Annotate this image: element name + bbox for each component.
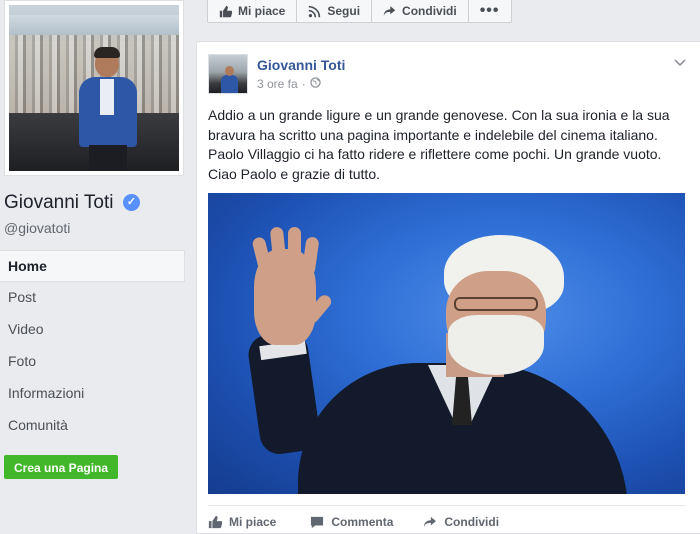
post-text: Addio a un grande ligure e un grande gen… <box>208 107 670 182</box>
post-meta: 3 ore fa · <box>257 77 321 91</box>
nav-item-informazioni[interactable]: Informazioni <box>0 378 185 410</box>
profile-photo[interactable] <box>4 0 184 176</box>
comment-post-button[interactable]: Commenta <box>310 512 393 532</box>
post-photo[interactable] <box>208 193 685 494</box>
like-post-label: Mi piace <box>229 515 277 529</box>
comment-post-label: Commenta <box>331 515 394 529</box>
share-page-button[interactable]: Condividi <box>372 0 469 22</box>
meta-separator: · <box>301 77 306 91</box>
profile-person <box>77 47 139 171</box>
thumbs-up-icon <box>208 515 222 529</box>
share-post-button[interactable]: Condividi <box>423 512 499 532</box>
follow-page-label: Segui <box>327 4 361 18</box>
nav-item-video[interactable]: Video <box>0 314 185 346</box>
page-action-bar: Mi piace Segui Condividi ••• <box>207 0 512 23</box>
post-options-chevron-icon[interactable] <box>674 54 686 72</box>
verified-badge-icon: ✓ <box>123 194 140 211</box>
share-post-label: Condividi <box>444 515 500 529</box>
rss-icon <box>308 5 321 18</box>
create-page-button[interactable]: Crea una Pagina <box>4 455 119 479</box>
post-author-avatar[interactable] <box>208 54 248 94</box>
more-dots-icon: ••• <box>479 2 500 19</box>
globe-icon <box>309 77 321 91</box>
share-page-label: Condividi <box>402 4 457 18</box>
thumbs-up-icon <box>219 5 232 18</box>
like-post-button[interactable]: Mi piace <box>208 512 276 532</box>
follow-page-button[interactable]: Segui <box>297 0 373 22</box>
page-nav: Home Post Video Foto Informazioni Comuni… <box>0 250 185 442</box>
page-handle[interactable]: @giovatoti <box>4 220 70 236</box>
nav-item-comunita[interactable]: Comunità <box>0 410 185 442</box>
nav-item-foto[interactable]: Foto <box>0 346 185 378</box>
post-timestamp[interactable]: 3 ore fa <box>257 77 298 91</box>
post-action-bar: Mi piace Commenta Condividi <box>208 512 529 532</box>
profile-photo-image <box>9 5 179 171</box>
nav-item-post[interactable]: Post <box>0 282 185 314</box>
comment-bubble-icon <box>310 516 324 529</box>
like-page-label: Mi piace <box>238 4 286 18</box>
nav-item-home[interactable]: Home <box>0 250 185 282</box>
more-options-button[interactable]: ••• <box>469 0 511 22</box>
post-divider <box>208 505 685 506</box>
share-arrow-icon <box>423 516 437 528</box>
page-name[interactable]: Giovanni Toti <box>4 192 114 214</box>
post-author-name[interactable]: Giovanni Toti <box>257 57 345 73</box>
like-page-button[interactable]: Mi piace <box>208 0 298 22</box>
post-card: Giovanni Toti 3 ore fa · Addio a un gran… <box>196 41 700 534</box>
left-column: Giovanni Toti ✓ @giovatoti Home Post Vid… <box>0 0 195 534</box>
share-arrow-icon <box>383 5 396 17</box>
